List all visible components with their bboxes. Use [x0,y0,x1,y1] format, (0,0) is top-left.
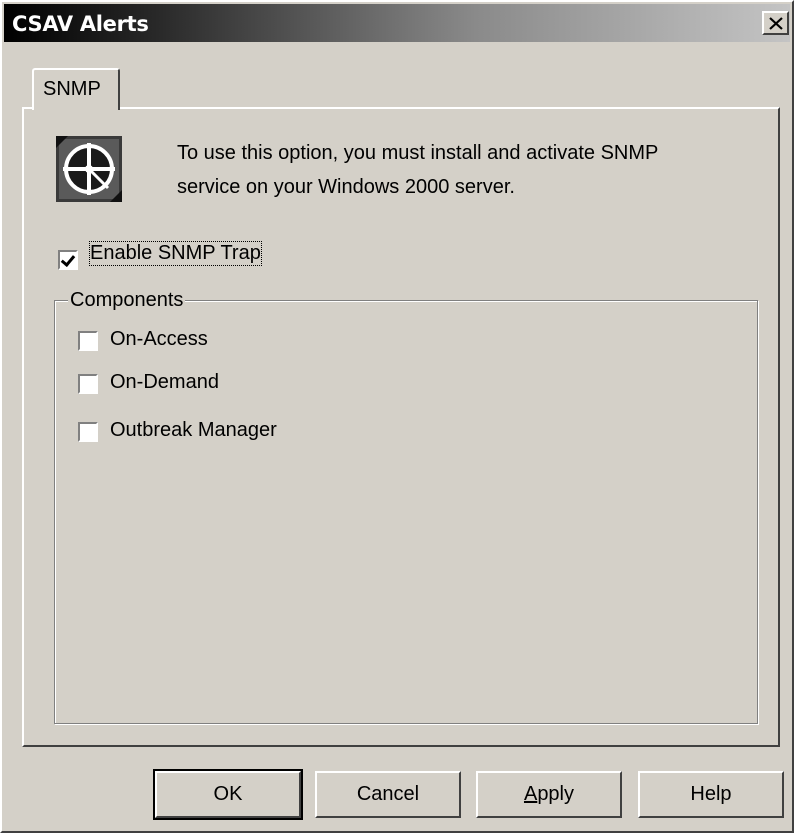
help-button[interactable]: Help [638,771,784,818]
dialog-window: CSAV Alerts SNMP To use this option, you… [0,0,794,833]
enable-snmp-trap-label[interactable]: Enable SNMP Trap [89,241,262,266]
on-demand-label[interactable]: On-Demand [110,371,219,394]
components-groupbox [54,300,758,724]
outbreak-manager-checkbox[interactable] [78,422,98,442]
apply-button-label: Apply [524,783,574,806]
outbreak-manager-label[interactable]: Outbreak Manager [110,419,277,442]
info-line-1: To use this option, you must install and… [177,142,659,164]
snmp-network-icon [56,136,122,202]
cancel-button-label: Cancel [356,783,420,805]
info-line-2: service on your Windows 2000 server. [177,176,515,198]
enable-snmp-trap-checkbox[interactable] [58,250,78,270]
help-button-label: Help [690,783,732,805]
close-icon [769,17,783,30]
apply-mnemonic: A [523,783,538,805]
snmp-info-text: To use this option, you must install and… [177,136,658,204]
on-access-label[interactable]: On-Access [110,328,208,351]
ok-button[interactable]: OK [153,769,303,820]
apply-button[interactable]: Apply [476,771,622,818]
on-access-checkbox[interactable] [78,331,98,351]
components-title: Components [68,289,186,312]
on-demand-checkbox[interactable] [78,374,98,394]
apply-rest: pply [537,783,575,805]
close-button[interactable] [762,11,789,35]
tab-snmp[interactable]: SNMP [32,68,120,110]
tab-snmp-label: SNMP [43,78,101,100]
title-bar[interactable]: CSAV Alerts [4,4,790,42]
cancel-button[interactable]: Cancel [315,771,461,818]
window-title: CSAV Alerts [12,12,149,36]
ok-button-label: OK [213,783,243,805]
